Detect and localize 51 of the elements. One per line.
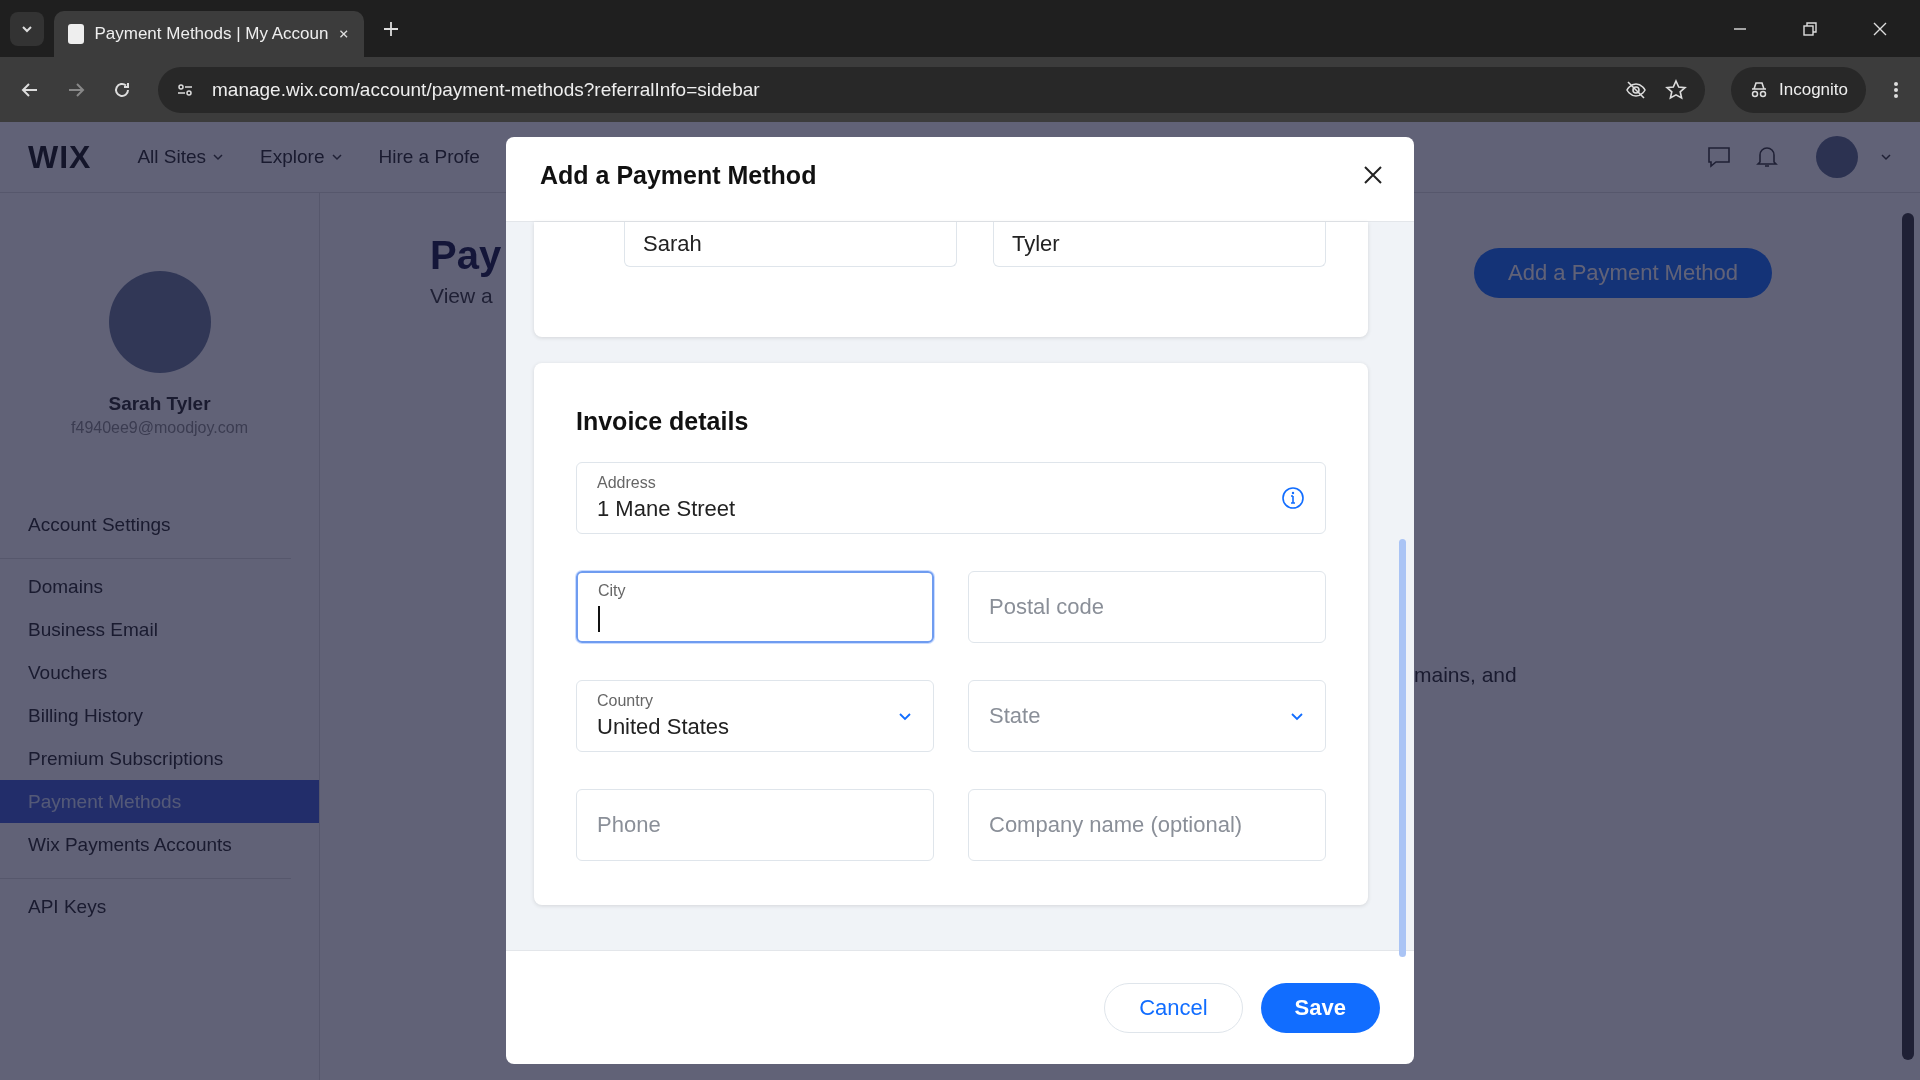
nav-menu[interactable]: Hire a Profe <box>378 146 480 168</box>
sidebar-item[interactable]: Vouchers <box>0 651 319 694</box>
sidebar-item[interactable]: API Keys <box>0 885 319 928</box>
star-icon[interactable] <box>1665 78 1687 101</box>
add-payment-method-button[interactable]: Add a Payment Method <box>1474 248 1772 298</box>
input-field[interactable]: Address 1 Mane Street <box>576 462 1326 534</box>
nav-menu[interactable]: Explore <box>260 146 343 168</box>
section-title: Invoice details <box>576 407 750 436</box>
cancel-button[interactable]: Cancel <box>1104 982 1243 1033</box>
user-name: Sarah Tyler <box>108 393 211 415</box>
plus-icon[interactable] <box>382 19 400 38</box>
chevron-down-icon <box>330 151 343 163</box>
sidebar-item[interactable]: Premium Subscriptions <box>0 737 319 780</box>
bell-icon[interactable] <box>1754 144 1780 170</box>
sidebar-item[interactable]: Domains <box>0 565 319 608</box>
close-icon[interactable] <box>1362 164 1384 186</box>
input-field[interactable]: City <box>576 571 934 643</box>
sidebar-item[interactable]: Wix Payments Accounts <box>0 823 319 866</box>
close-icon[interactable] <box>338 27 350 41</box>
incognito-icon <box>1749 80 1769 99</box>
sidebar-item[interactable]: Account Settings <box>0 503 319 546</box>
scrollbar[interactable] <box>1902 213 1914 1060</box>
page-title: Pay <box>430 233 502 278</box>
dropdown[interactable]: State <box>968 680 1326 752</box>
name-field[interactable]: Tyler <box>993 222 1326 267</box>
nav-menu[interactable]: All Sites <box>137 146 225 168</box>
more-icon[interactable] <box>1892 79 1900 100</box>
input-field[interactable]: Phone <box>576 789 934 861</box>
input-field[interactable]: Postal code <box>968 571 1326 643</box>
body-text: mains, and <box>1414 663 1517 687</box>
address-bar[interactable]: manage.wix.com/account/payment-methods?referralInfo=sidebar <box>158 66 1705 113</box>
incognito-button[interactable]: Incognito <box>1731 66 1866 113</box>
browser-tab[interactable]: Payment Methods | My Accoun <box>54 11 364 57</box>
sidebar-item[interactable]: Business Email <box>0 608 319 651</box>
dialog-title: Add a Payment Method <box>540 160 817 190</box>
dropdown[interactable]: Country United States <box>576 680 934 752</box>
scrollbar[interactable] <box>1399 539 1406 957</box>
chevron-down-icon[interactable] <box>1880 151 1892 163</box>
tab-list-button[interactable] <box>10 11 44 46</box>
save-button[interactable]: Save <box>1260 982 1380 1033</box>
input-field[interactable]: Company name (optional) <box>968 789 1326 861</box>
logo[interactable]: WIX <box>28 138 92 176</box>
favicon-icon <box>68 24 85 44</box>
restore-icon[interactable] <box>1802 20 1818 37</box>
name-field[interactable]: Sarah <box>624 222 957 267</box>
page-subtitle: View a <box>430 284 493 308</box>
sidebar-item[interactable]: Billing History <box>0 694 319 737</box>
eye-slash-icon[interactable] <box>1625 78 1647 101</box>
info-icon[interactable] <box>1281 486 1305 510</box>
close-icon[interactable] <box>1872 20 1888 37</box>
chevron-down-icon <box>212 151 225 163</box>
